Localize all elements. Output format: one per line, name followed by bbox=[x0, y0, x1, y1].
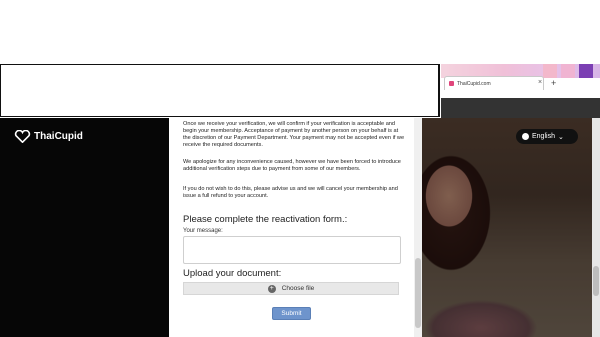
language-label: English bbox=[532, 133, 555, 140]
blank-window-region bbox=[0, 64, 440, 117]
message-textarea[interactable] bbox=[183, 236, 401, 264]
favicon-icon bbox=[449, 81, 454, 86]
heart-logo-icon bbox=[14, 130, 31, 143]
page-scrollbar-thumb[interactable] bbox=[593, 266, 599, 296]
choose-file-label: Choose file bbox=[281, 285, 315, 292]
page-scrollbar[interactable] bbox=[592, 118, 600, 337]
window-close-button[interactable] bbox=[579, 64, 593, 78]
window-maximize-button[interactable] bbox=[561, 64, 575, 78]
logo-text-cupid: Cupid bbox=[54, 131, 83, 142]
browser-thumbnail: ThaiCupid.com × + bbox=[441, 64, 600, 118]
browser-tab[interactable]: ThaiCupid.com × bbox=[444, 76, 544, 90]
chevron-down-icon: ⌄ bbox=[557, 133, 564, 141]
plus-circle-icon: + bbox=[267, 284, 276, 293]
form-heading: Please complete the reactivation form.: bbox=[183, 214, 348, 225]
site-page: ThaiCupid English ⌄ Once we receive your… bbox=[0, 118, 600, 337]
hero-photo bbox=[421, 118, 600, 337]
window-minimize-button[interactable] bbox=[543, 64, 557, 78]
submit-button[interactable]: Submit bbox=[272, 307, 311, 320]
verification-paragraph: Once we receive your verification, we wi… bbox=[183, 121, 405, 148]
choose-file-button[interactable]: + Choose file bbox=[183, 282, 399, 295]
cancel-paragraph: If you do not wish to do this, please ad… bbox=[183, 186, 398, 199]
logo-text: ThaiCupid bbox=[34, 131, 83, 142]
panel-scrollbar-thumb[interactable] bbox=[415, 258, 421, 328]
message-label: Your message: bbox=[183, 228, 223, 234]
globe-icon bbox=[522, 133, 529, 140]
browser-tab-title: ThaiCupid.com bbox=[457, 81, 491, 87]
new-tab-button[interactable]: + bbox=[551, 78, 556, 88]
reactivation-panel: Once we receive your verification, we wi… bbox=[169, 118, 415, 337]
upload-heading: Upload your document: bbox=[183, 268, 282, 279]
apology-paragraph: We apologize for any inconvenience cause… bbox=[183, 159, 401, 172]
page-preview bbox=[441, 98, 600, 118]
site-logo[interactable]: ThaiCupid bbox=[14, 130, 83, 143]
logo-text-thai: Thai bbox=[34, 131, 55, 142]
language-selector[interactable]: English ⌄ bbox=[516, 129, 578, 144]
tab-close-icon[interactable]: × bbox=[538, 79, 542, 86]
panel-scrollbar[interactable] bbox=[414, 118, 422, 337]
